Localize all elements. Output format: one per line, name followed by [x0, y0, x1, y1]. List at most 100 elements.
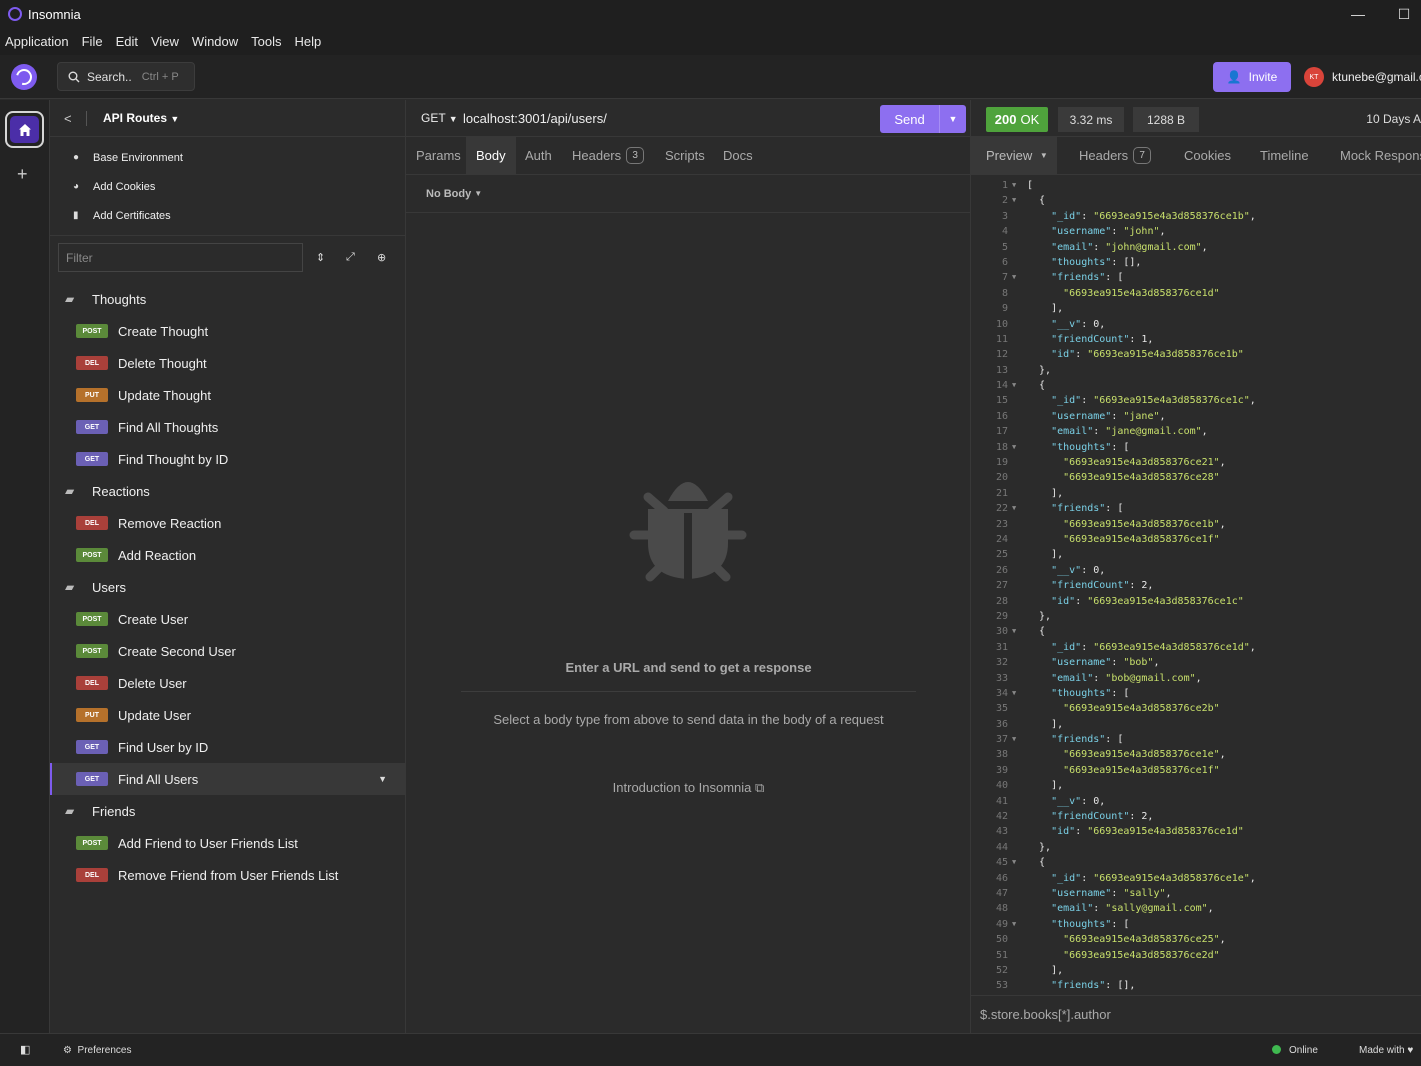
add-workspace-icon[interactable]: + — [17, 164, 28, 185]
toggle-sidebar-icon[interactable]: ◧ — [20, 1043, 30, 1056]
menu-item-tools[interactable]: Tools — [251, 34, 281, 49]
fold-arrow-icon[interactable]: ▼ — [1012, 624, 1027, 639]
request-find-thought-by-id[interactable]: GET Find Thought by ID — [50, 443, 405, 475]
request-find-all-users[interactable]: GET Find All Users ▼ — [50, 763, 405, 795]
request-remove-reaction[interactable]: DEL Remove Reaction — [50, 507, 405, 539]
filter-input[interactable]: Filter — [58, 243, 303, 272]
method-selector[interactable]: GET ▼ — [421, 111, 458, 125]
request-update-thought[interactable]: PUT Update Thought — [50, 379, 405, 411]
preferences-label: Preferences — [77, 1045, 132, 1056]
fold-arrow-icon[interactable]: ▼ — [1012, 440, 1027, 455]
maximize-button[interactable]: ☐ — [1381, 0, 1421, 28]
fold-arrow-icon[interactable]: ▼ — [1012, 501, 1027, 516]
request-find-all-thoughts[interactable]: GET Find All Thoughts — [50, 411, 405, 443]
fold-arrow-icon[interactable]: ▼ — [1012, 732, 1027, 747]
fold-arrow-icon[interactable]: ▼ — [1012, 193, 1027, 208]
method-badge: POST — [76, 612, 108, 626]
headers-count: 3 — [626, 147, 645, 164]
request-label: Delete User — [118, 675, 187, 691]
line-number: 17 — [995, 426, 1008, 438]
invite-button[interactable]: 👤 Invite — [1213, 62, 1291, 92]
code-text: "id": "6693ea915e4a3d858376ce1c" — [1051, 595, 1244, 607]
send-options-icon[interactable]: ▼ — [939, 105, 966, 133]
menu-item-window[interactable]: Window — [192, 34, 238, 49]
fold-arrow-icon[interactable]: ▼ — [1012, 917, 1027, 932]
folder-reactions[interactable]: ▰ Reactions — [50, 475, 405, 507]
tab-cookies[interactable]: Cookies — [1184, 137, 1231, 174]
folder-friends[interactable]: ▰ Friends — [50, 795, 405, 827]
line-number: 9 — [1001, 303, 1008, 315]
request-add-friend-to-user-friends-list[interactable]: POST Add Friend to User Friends List — [50, 827, 405, 859]
response-body[interactable]: 1 ▼[2 ▼ {3 "_id": "6693ea915e4a3d858376ce1… — [971, 178, 1421, 994]
line-number: 22 — [995, 503, 1008, 515]
search-input[interactable]: Search.. Ctrl + P — [57, 62, 195, 91]
add-user-icon: 👤 — [1226, 70, 1242, 84]
request-delete-thought[interactable]: DEL Delete Thought — [50, 347, 405, 379]
tab-params[interactable]: Params — [416, 137, 461, 174]
code-text: ], — [1027, 780, 1064, 792]
request-create-user[interactable]: POST Create User — [50, 603, 405, 635]
home-button[interactable] — [5, 111, 44, 148]
method-badge: PUT — [76, 388, 108, 402]
tab-timeline[interactable]: Timeline — [1260, 137, 1309, 174]
line-number: 8 — [1001, 287, 1008, 299]
fold-arrow-icon[interactable]: ▼ — [1012, 378, 1027, 393]
menu-item-view[interactable]: View — [151, 34, 179, 49]
avatar[interactable]: KT — [1304, 67, 1324, 87]
sidebar-link-base-environment[interactable]: ● Base Environment — [50, 143, 405, 172]
request-create-thought[interactable]: POST Create Thought — [50, 315, 405, 347]
tab-scripts[interactable]: Scripts — [665, 137, 705, 174]
insomnia-logo[interactable] — [11, 64, 37, 90]
sidebar: < API Routes ▼ ● Base Environment ◕ Add Coo… — [50, 100, 406, 1033]
menu-item-file[interactable]: File — [82, 34, 103, 49]
preferences-button[interactable]: ⚙ Preferences — [63, 1045, 131, 1056]
body-type-selector[interactable]: No Body ▼ — [406, 175, 970, 213]
request-remove-friend-from-user-friends-list[interactable]: DEL Remove Friend from User Friends List — [50, 859, 405, 891]
fold-arrow-icon[interactable]: ▼ — [1012, 178, 1027, 193]
code-text: "thoughts": [], — [1051, 256, 1142, 268]
tab-preview[interactable]: Preview ▼ — [971, 137, 1057, 174]
sort-icon[interactable]: ⇕ — [316, 251, 325, 264]
sidebar-link-add-certificates[interactable]: ▮ Add Certificates — [50, 201, 405, 230]
fold-arrow-icon[interactable]: ▼ — [1012, 270, 1027, 285]
fold-gutter — [1012, 347, 1027, 362]
tab-docs[interactable]: Docs — [723, 137, 753, 174]
url-input[interactable]: localhost:3001/api/users/ — [463, 111, 607, 126]
sidebar-link-add-cookies[interactable]: ◕ Add Cookies — [50, 172, 405, 201]
menu-item-edit[interactable]: Edit — [116, 34, 138, 49]
expand-icon[interactable]: ⤢ — [346, 251, 355, 264]
made-with[interactable]: Made with ♥ — [1359, 1045, 1413, 1056]
folder-users[interactable]: ▰ Users — [50, 571, 405, 603]
fold-arrow-icon[interactable]: ▼ — [1012, 686, 1027, 701]
chevron-down-icon[interactable]: ▼ — [378, 774, 387, 784]
request-delete-user[interactable]: DEL Delete User — [50, 667, 405, 699]
tab-auth[interactable]: Auth — [525, 137, 552, 174]
line-number: 29 — [995, 610, 1008, 622]
tab-headers[interactable]: Headers 3 — [572, 137, 645, 174]
response-filter-input[interactable]: $.store.books[*].author — [971, 995, 1421, 1033]
tab-body[interactable]: Body — [466, 137, 516, 174]
request-find-user-by-id[interactable]: GET Find User by ID — [50, 731, 405, 763]
send-button[interactable]: Send ▼ — [880, 105, 966, 133]
request-update-user[interactable]: PUT Update User — [50, 699, 405, 731]
folder-thoughts[interactable]: ▰ Thoughts — [50, 283, 405, 315]
menu-item-application[interactable]: Application — [5, 34, 69, 49]
request-add-reaction[interactable]: POST Add Reaction — [50, 539, 405, 571]
tab-mock-response[interactable]: Mock Respons — [1340, 137, 1421, 174]
url-bar: GET ▼ localhost:3001/api/users/ Send ▼ — [406, 100, 970, 137]
minimize-button[interactable]: — — [1335, 0, 1381, 28]
back-icon[interactable]: < — [64, 111, 72, 126]
fold-arrow-icon[interactable]: ▼ — [1012, 855, 1027, 870]
add-circle-icon[interactable]: ⊕ — [377, 251, 386, 264]
code-text: ], — [1027, 303, 1064, 315]
method-badge: DEL — [76, 676, 108, 690]
heart-icon: ♥ — [1407, 1045, 1414, 1056]
fold-gutter — [1012, 393, 1027, 408]
request-create-second-user[interactable]: POST Create Second User — [50, 635, 405, 667]
code-line: 46 "_id": "6693ea915e4a3d858376ce1e", — [971, 871, 1421, 886]
tab-response-headers[interactable]: Headers 7 — [1079, 137, 1152, 174]
user-email[interactable]: ktunebe@gmail.c — [1332, 70, 1421, 84]
intro-link[interactable]: Introduction to Insomnia ⧉ — [406, 780, 971, 796]
menu-item-help[interactable]: Help — [295, 34, 322, 49]
project-selector[interactable]: API Routes ▼ — [103, 111, 179, 125]
